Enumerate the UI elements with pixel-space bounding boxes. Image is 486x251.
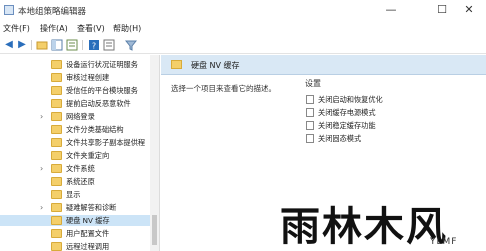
tree-item-label: 提前启动反恶意软件	[66, 99, 131, 108]
settings-list: 设置 关闭启动和恢复优化 关闭缓存电源模式 关闭稳定缓存功能 关闭固态模式	[305, 76, 486, 251]
folder-icon	[51, 125, 62, 134]
setting-label: 关闭启动和恢复优化	[318, 95, 383, 104]
chevron-right-icon[interactable]: ›	[40, 111, 43, 122]
svg-text:?: ?	[92, 42, 96, 51]
tree-item-label: 文件分类基础结构	[66, 125, 124, 134]
chevron-right-icon[interactable]: ›	[40, 202, 43, 213]
settings-column-header[interactable]: 设置	[305, 78, 321, 89]
tree-item[interactable]: › 文件系统	[0, 163, 150, 174]
tree-item[interactable]: 用户配置文件	[0, 228, 150, 239]
app-icon	[4, 5, 14, 15]
tree-item[interactable]: 远程过程调用	[0, 241, 150, 251]
tree-item[interactable]: 显示	[0, 189, 150, 200]
toolbar-separator	[82, 40, 83, 50]
scrollbar-thumb[interactable]	[152, 215, 157, 245]
folder-icon	[171, 60, 182, 69]
policy-setting-icon	[306, 134, 314, 143]
menu-help[interactable]: 帮助(H)	[113, 23, 141, 34]
tree-item[interactable]: 文件分类基础结构	[0, 124, 150, 135]
setting-item[interactable]: 关闭固态模式	[305, 133, 485, 144]
tree-item-label: 系统还原	[66, 177, 95, 186]
setting-label: 关闭固态模式	[318, 134, 362, 143]
folder-icon	[51, 60, 62, 69]
tree-item-label: 用户配置文件	[66, 229, 110, 238]
description-text: 选择一个项目来查看它的描述。	[171, 84, 276, 93]
tree-item[interactable]: 受信任的平台模块服务	[0, 85, 150, 96]
close-button[interactable]: ✕	[452, 0, 486, 20]
title-bar: 本地组策略编辑器 — ☐ ✕	[0, 0, 486, 20]
chevron-right-icon[interactable]: ›	[40, 163, 43, 174]
folder-icon	[51, 112, 62, 121]
folder-icon	[51, 177, 62, 186]
tree-item[interactable]: 文件共享影子副本提供程	[0, 137, 150, 148]
tree-item-label: 显示	[66, 190, 81, 199]
tree-toggle-icon[interactable]	[51, 39, 63, 51]
policy-tree: 设备运行状况证明服务 审核过程创建 受信任的平台模块服务 提前启动反恶意软件 ›…	[0, 55, 160, 251]
arrow-left-icon[interactable]: ◀	[3, 39, 15, 51]
folder-icon	[51, 151, 62, 160]
tree-item-label: 硬盘 NV 缓存	[66, 216, 110, 225]
folder-icon	[51, 203, 62, 212]
tree-item-label: 远程过程调用	[66, 242, 110, 251]
tree-item-selected[interactable]: 硬盘 NV 缓存	[0, 215, 150, 226]
folder-icon	[51, 242, 62, 251]
folder-icon	[51, 73, 62, 82]
folder-icon	[51, 216, 62, 225]
help-icon[interactable]: ?	[88, 39, 100, 51]
setting-item[interactable]: 关闭启动和恢复优化	[305, 94, 485, 105]
setting-item[interactable]: 关闭稳定缓存功能	[305, 120, 485, 131]
content-title: 硬盘 NV 缓存	[191, 61, 240, 70]
folder-icon	[51, 164, 62, 173]
arrow-right-icon[interactable]: ▶	[16, 39, 28, 51]
tree-item-label: 文件共享影子副本提供程	[66, 138, 146, 147]
export-list-icon[interactable]	[66, 39, 78, 51]
tree-item-label: 疑难解答和诊断	[66, 203, 117, 212]
menu-view[interactable]: 查看(V)	[77, 23, 105, 34]
tree-item[interactable]: 设备运行状况证明服务	[0, 59, 150, 70]
tree-item-label: 网络登录	[66, 112, 95, 121]
tree-item-label: 文件系统	[66, 164, 95, 173]
window-title: 本地组策略编辑器	[18, 7, 87, 17]
folder-icon	[51, 190, 62, 199]
tree-item-label: 审核过程创建	[66, 73, 110, 82]
policy-setting-icon	[306, 108, 314, 117]
tree-scrollbar[interactable]	[150, 55, 159, 251]
tree-item[interactable]: 提前启动反恶意软件	[0, 98, 150, 109]
setting-label: 关闭稳定缓存功能	[318, 121, 376, 130]
folder-icon	[51, 229, 62, 238]
menu-action[interactable]: 操作(A)	[40, 23, 68, 34]
toolbar: ◀ ▶ ?	[0, 36, 486, 54]
policy-setting-icon	[306, 95, 314, 104]
tree-item[interactable]: 系统还原	[0, 176, 150, 187]
properties-icon[interactable]	[103, 39, 115, 51]
toolbar-separator	[31, 40, 32, 50]
minimize-button[interactable]: —	[374, 0, 408, 20]
policy-setting-icon	[306, 121, 314, 130]
menu-file[interactable]: 文件(F)	[3, 23, 30, 34]
tree-item[interactable]: › 疑难解答和诊断	[0, 202, 150, 213]
folder-icon	[51, 86, 62, 95]
tree-item[interactable]: 文件夹重定向	[0, 150, 150, 161]
menu-bar: 文件(F) 操作(A) 查看(V) 帮助(H)	[0, 20, 486, 36]
folder-icon	[51, 99, 62, 108]
tree-item-label: 文件夹重定向	[66, 151, 110, 160]
folder-icon	[51, 138, 62, 147]
tree-item[interactable]: 审核过程创建	[0, 72, 150, 83]
filter-icon[interactable]	[124, 39, 138, 51]
setting-label: 关闭缓存电源模式	[318, 108, 376, 117]
setting-item[interactable]: 关闭缓存电源模式	[305, 107, 485, 118]
tree-item[interactable]: › 网络登录	[0, 111, 150, 122]
content-header: 硬盘 NV 缓存	[161, 55, 486, 75]
tree-item-label: 受信任的平台模块服务	[66, 86, 138, 95]
tree-item-label: 设备运行状况证明服务	[66, 60, 138, 69]
folder-up-icon[interactable]	[36, 39, 48, 51]
